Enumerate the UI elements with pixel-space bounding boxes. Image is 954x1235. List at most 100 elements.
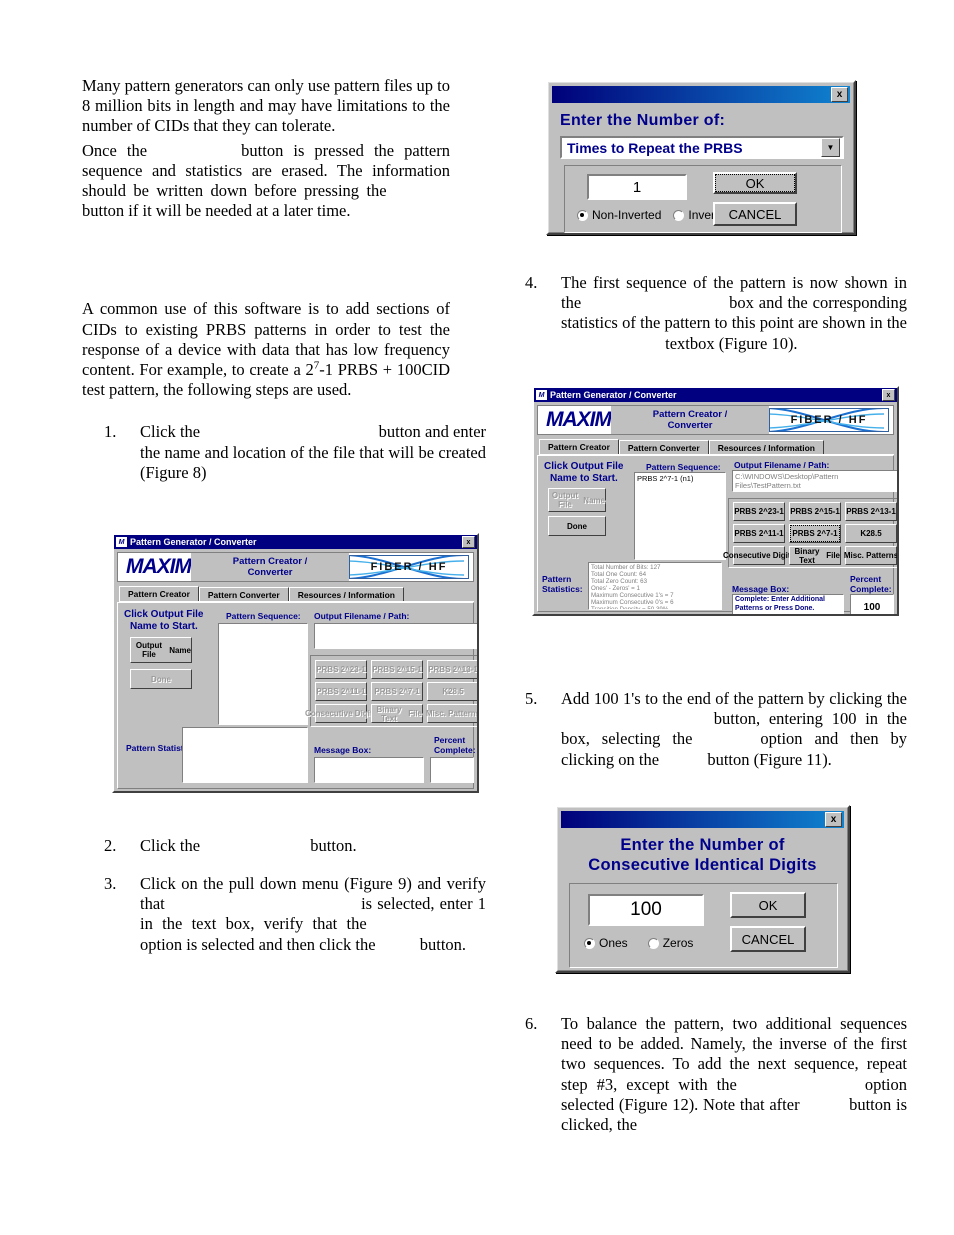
cancel-button[interactable]: CANCEL [730, 926, 806, 952]
label-pattern-sequence: Pattern Sequence: [646, 462, 721, 472]
dialog-inner-frame: x Enter the Number of Consecutive Identi… [557, 807, 848, 971]
btn-l2: 2^15-1 [814, 507, 840, 516]
output-file-name-button[interactable]: Output File Name [548, 488, 606, 512]
radio-non-inverted-icon[interactable] [577, 209, 588, 221]
brand-line-2: Converter [667, 420, 713, 431]
dialog-inner-frame: x Enter the Number of: Times to Repeat t… [548, 82, 854, 233]
brand-line-2: Converter [247, 567, 293, 578]
btn-l2: 2^15-1 [396, 665, 422, 674]
radio-inverted-icon[interactable] [673, 209, 685, 221]
step-number-5: 5. [525, 689, 538, 708]
done-button[interactable]: Done [130, 669, 192, 689]
tab-resources-information[interactable]: Resources / Information [288, 587, 405, 601]
figure-11-consecutive-digits-dialog: x Enter the Number of Consecutive Identi… [555, 805, 850, 973]
paragraph-common-use: A common use of this software is to add … [82, 299, 450, 400]
misc-patterns-button[interactable]: Misc. Patterns [843, 546, 899, 565]
pattern-sequence-box[interactable] [218, 623, 308, 725]
label-output-filename: Output Filename / Path: [314, 611, 410, 621]
btn-l1: Misc. [843, 551, 864, 560]
tab-pattern-converter[interactable]: Pattern Converter [618, 440, 709, 454]
digit-count-input[interactable]: 100 [588, 894, 704, 926]
output-file-name-line2: Name [169, 645, 191, 655]
tab-pattern-creator[interactable]: Pattern Creator [539, 439, 619, 454]
label-message-box: Message Box: [314, 745, 372, 755]
radio-ones-icon[interactable] [584, 937, 595, 949]
btn-l2: File [826, 551, 840, 560]
prbs-2-11-1-button[interactable]: PRBS 2^11-1 [315, 682, 367, 701]
radio-non-inverted-label[interactable]: Non-Inverted [592, 208, 661, 222]
label-output-filename: Output Filename / Path: [734, 460, 830, 470]
step5-text-a: Add 100 1's to the end of the pattern by… [561, 689, 907, 708]
text-once-the: Once the [82, 140, 148, 160]
btn-l1: Consecutive [304, 709, 353, 718]
prbs-2-15-1-button[interactable]: PRBS 2^15-1 [789, 502, 841, 521]
prbs-2-7-1-button[interactable]: PRBS 2^7-1 [371, 682, 423, 701]
stat-line: Transition Density = 50.39% [591, 606, 669, 610]
label-click-output-line2: Name to Start. [550, 473, 618, 484]
step6-text-a: To balance the pattern, two additional s… [561, 1014, 907, 1094]
done-button[interactable]: Done [548, 516, 606, 536]
close-icon[interactable]: x [462, 536, 475, 548]
close-icon[interactable]: x [882, 389, 895, 401]
binary-text-file-button[interactable]: Binary Text File [789, 546, 841, 565]
label-pattern-sequence: Pattern Sequence: [226, 611, 301, 621]
pattern-sequence-box[interactable]: PRBS 2^7-1 (n1) [634, 472, 726, 560]
btn-l1: Consecutive [722, 551, 771, 560]
list-item-step-3: 3. Click on the pull down menu (Figure 9… [104, 874, 486, 955]
step3-text-c: option is selected and then click the [140, 934, 376, 954]
step1-text-a: Click the [140, 422, 201, 442]
stat-line: Total Zero Count: 63 [591, 578, 648, 585]
label-percent-line2: Complete: [850, 584, 892, 594]
ok-button[interactable]: OK [730, 892, 806, 918]
btn-l2: 2^11-1 [758, 529, 784, 538]
maxim-logo: MAXIM [126, 555, 192, 578]
prbs-2-11-1-button[interactable]: PRBS 2^11-1 [733, 524, 785, 543]
btn-l2: 2^13-1 [870, 507, 896, 516]
output-file-name-button[interactable]: Output File Name [130, 637, 192, 663]
dialog-groupbox: 100 Ones Zeros OK CANCEL [569, 883, 838, 968]
output-path-box[interactable]: C:\WINDOWS\Desktop\Pattern Files\TestPat… [732, 470, 897, 492]
figure-10-pattern-generator-window: M Pattern Generator / Converter x MAXIM … [532, 386, 899, 616]
ok-button[interactable]: OK [713, 172, 797, 194]
prbs-2-7-1-button[interactable]: PRBS 2^7-1 [789, 524, 841, 543]
tab-pattern-converter[interactable]: Pattern Converter [198, 587, 289, 601]
cancel-button[interactable]: CANCEL [713, 202, 797, 226]
radio-zeros-icon[interactable] [647, 937, 659, 949]
dialog-titlebar: x [561, 811, 844, 828]
combobox-value: Times to Repeat the PRBS [567, 139, 743, 156]
step3-text-b: is selected, enter 1 in the text box, ve… [140, 894, 487, 934]
step-number-3: 3. [104, 874, 117, 893]
document-page: Many pattern generators can only use pat… [0, 0, 954, 1235]
stat-line: Total Number of Bits: 127 [591, 564, 661, 571]
tab-resources-information[interactable]: Resources / Information [708, 440, 825, 454]
k28-5-button[interactable]: K28.5 [427, 682, 477, 701]
binary-text-file-button[interactable]: Binary Text File [371, 704, 423, 723]
repeat-count-input[interactable]: 1 [587, 174, 687, 200]
output-path-box[interactable] [314, 623, 477, 649]
brand-line-1: Pattern Creator / [232, 556, 308, 567]
left-column: Many pattern generators can only use pat… [82, 76, 486, 954]
label-pattern-statistics-line2: Statistics: [542, 584, 583, 594]
k28-5-button[interactable]: K28.5 [845, 524, 897, 543]
close-icon[interactable]: x [825, 812, 842, 827]
prbs-2-13-1-button[interactable]: PRBS 2^13-1 [427, 660, 477, 679]
prbs-2-13-1-button[interactable]: PRBS 2^13-1 [845, 502, 897, 521]
brand-subtitle: Pattern Creator / Converter [611, 406, 769, 434]
app-titlebar: M Pattern Generator / Converter x [534, 388, 897, 402]
close-icon[interactable]: x [831, 87, 848, 102]
prbs-2-23-1-button[interactable]: PRBS 2^23-1 [733, 502, 785, 521]
radio-zeros-label[interactable]: Zeros [663, 936, 694, 950]
prbs-2-15-1-button[interactable]: PRBS 2^15-1 [371, 660, 423, 679]
prbs-2-23-1-button[interactable]: PRBS 2^23-1 [315, 660, 367, 679]
consecutive-digits-button[interactable]: Consecutive Digits [723, 546, 795, 565]
step-number-4: 4. [525, 273, 538, 292]
btn-l2: Patterns [866, 551, 899, 560]
number-type-combobox[interactable]: Times to Repeat the PRBS ▼ [560, 136, 844, 159]
tab-pattern-creator[interactable]: Pattern Creator [119, 586, 199, 601]
radio-ones-label[interactable]: Ones [599, 936, 628, 950]
fiber-hf-text: FIBER / HF [790, 414, 868, 426]
consecutive-digits-button[interactable]: Consecutive Digits [305, 704, 377, 723]
chevron-down-icon[interactable]: ▼ [821, 138, 840, 157]
misc-patterns-button[interactable]: Misc. Patterns [426, 704, 477, 723]
figure-8-pattern-generator-window: M Pattern Generator / Converter x MAXIM … [112, 533, 479, 793]
